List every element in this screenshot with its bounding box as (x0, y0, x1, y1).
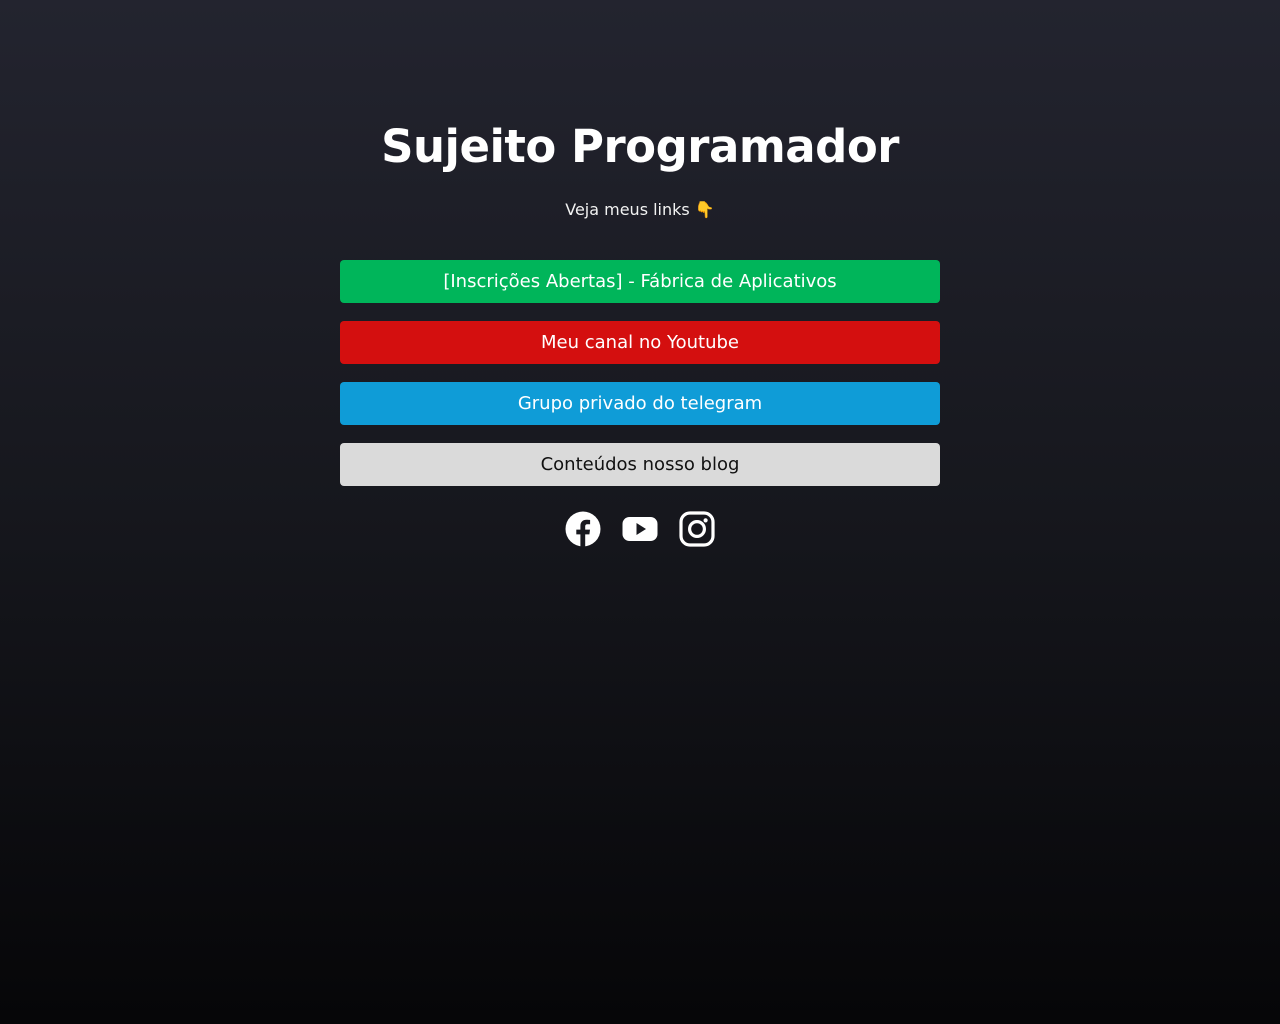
instagram-icon[interactable] (678, 510, 716, 548)
social-links (0, 510, 1280, 548)
facebook-icon[interactable] (564, 510, 602, 548)
link-button-youtube[interactable]: Meu canal no Youtube (340, 321, 940, 364)
link-button-blog[interactable]: Conteúdos nosso blog (340, 443, 940, 486)
youtube-icon[interactable] (621, 510, 659, 548)
page-title: Sujeito Programador (381, 120, 899, 173)
link-button-telegram[interactable]: Grupo privado do telegram (340, 382, 940, 425)
page: Sujeito Programador Veja meus links 👇 [I… (0, 0, 1280, 1024)
link-button-inscricoes[interactable]: [Inscrições Abertas] - Fábrica de Aplica… (340, 260, 940, 303)
page-subtitle: Veja meus links 👇 (565, 200, 715, 219)
links-list: [Inscrições Abertas] - Fábrica de Aplica… (340, 260, 940, 504)
